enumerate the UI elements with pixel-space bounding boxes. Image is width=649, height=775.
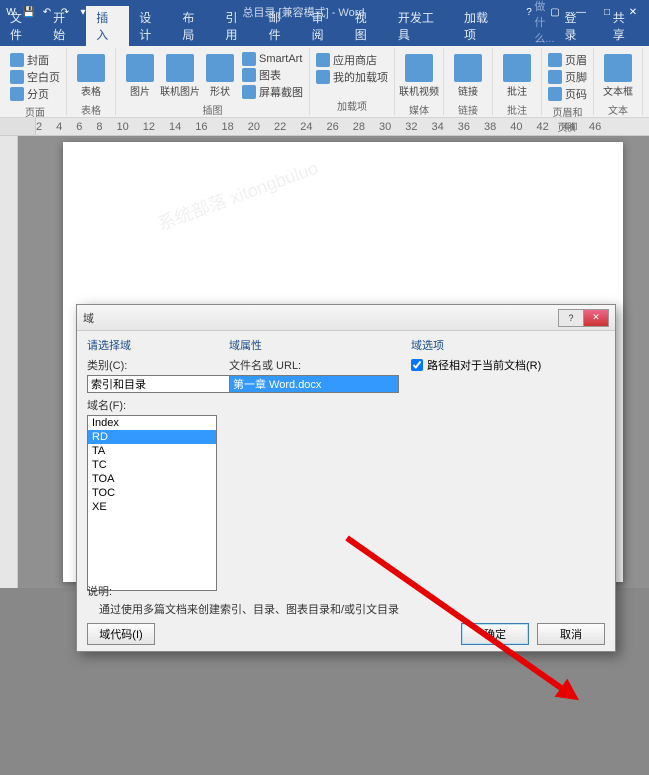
tab-file[interactable]: 文件 (0, 6, 43, 46)
group-links-label: 链接 (450, 102, 486, 117)
table-button[interactable]: 表格 (73, 52, 109, 100)
online-video-button[interactable]: 联机视频 (401, 52, 437, 100)
my-addins-button[interactable]: 我的加载项 (316, 69, 388, 85)
group-tables-label: 表格 (73, 102, 109, 117)
smartart-button[interactable]: SmartArt (242, 52, 303, 66)
video-icon (405, 54, 433, 82)
list-item[interactable]: XE (88, 500, 216, 514)
pagenum-icon (548, 87, 562, 101)
tab-review[interactable]: 审阅 (302, 6, 345, 46)
pagenum-button[interactable]: 页码 (548, 86, 587, 102)
screenshot-icon (242, 85, 256, 99)
signin-button[interactable]: 登录 (555, 6, 597, 46)
textbox-icon (604, 54, 632, 82)
filename-input[interactable] (229, 375, 399, 393)
list-item[interactable]: RD (88, 430, 216, 444)
ribbon-tabs: 文件 开始 插入 设计 布局 引用 邮件 审阅 视图 开发工具 加载项 💡 告诉… (0, 24, 649, 46)
select-field-label: 请选择域 (87, 337, 217, 353)
vertical-ruler (0, 136, 18, 588)
store-icon (316, 53, 330, 67)
screenshot-button[interactable]: 屏幕截图 (242, 84, 303, 100)
group-media-label: 媒体 (401, 102, 437, 117)
relative-path-checkbox[interactable] (411, 359, 423, 371)
ok-button[interactable]: 确定 (461, 623, 529, 645)
dialog-help-icon[interactable]: ? (558, 309, 584, 327)
blank-page-button[interactable]: 空白页 (10, 69, 60, 85)
list-item[interactable]: TC (88, 458, 216, 472)
shapes-icon (206, 54, 234, 82)
dialog-title: 域 (83, 310, 559, 326)
field-dialog: 域 ? ✕ 请选择域 类别(C): ▼ 域名(F): IndexRDTATCTO… (76, 304, 616, 652)
group-text-label: 文本 (600, 102, 636, 117)
relative-path-checkbox-row[interactable]: 路径相对于当前文档(R) (411, 357, 605, 373)
tab-references[interactable]: 引用 (215, 6, 258, 46)
fieldname-listbox[interactable]: IndexRDTATCTOATOCXE (87, 415, 217, 591)
smartart-icon (242, 52, 256, 66)
options-title: 域选项 (411, 337, 605, 353)
share-button[interactable]: 共享 (603, 6, 645, 46)
textbox-button[interactable]: 文本框 (600, 52, 636, 100)
fieldname-label: 域名(F): (87, 397, 217, 413)
category-combo[interactable]: ▼ (87, 375, 217, 393)
tab-design[interactable]: 设计 (129, 6, 172, 46)
tell-me-search[interactable]: 💡 告诉我您想要做什么... (509, 0, 555, 46)
page-break-button[interactable]: 分页 (10, 86, 60, 102)
tab-mailings[interactable]: 邮件 (259, 6, 302, 46)
links-button[interactable]: 链接 (450, 52, 486, 100)
header-icon (548, 53, 562, 67)
footer-button[interactable]: 页脚 (548, 69, 587, 85)
picture-button[interactable]: 图片 (122, 52, 158, 100)
relative-path-label: 路径相对于当前文档(R) (427, 357, 541, 373)
comment-button[interactable]: 批注 (499, 52, 535, 100)
footer-icon (548, 70, 562, 84)
tab-developer[interactable]: 开发工具 (388, 6, 454, 46)
break-icon (10, 87, 24, 101)
list-item[interactable]: TOC (88, 486, 216, 500)
chart-icon (242, 68, 256, 82)
tab-layout[interactable]: 布局 (172, 6, 215, 46)
tab-addins[interactable]: 加载项 (454, 6, 509, 46)
online-picture-button[interactable]: 联机图片 (162, 52, 198, 100)
group-comments-label: 批注 (499, 102, 535, 117)
link-icon (454, 54, 482, 82)
list-item[interactable]: TOA (88, 472, 216, 486)
online-pic-icon (166, 54, 194, 82)
description-text: 通过使用多篇文档来创建索引、目录、图表目录和/或引文目录 (99, 601, 453, 617)
blank-icon (10, 70, 24, 84)
cover-page-button[interactable]: 封面 (10, 52, 60, 68)
horizontal-ruler: 2468101214161820222426283032343638404244… (0, 118, 649, 136)
chart-button[interactable]: 图表 (242, 67, 303, 83)
props-title: 域属性 (229, 337, 399, 353)
filename-label: 文件名或 URL: (229, 357, 399, 373)
group-addins-label: 加载项 (316, 98, 388, 113)
tab-view[interactable]: 视图 (345, 6, 388, 46)
header-button[interactable]: 页眉 (548, 52, 587, 68)
list-item[interactable]: TA (88, 444, 216, 458)
category-input[interactable] (87, 375, 237, 393)
ribbon: 封面 空白页 分页 页面 表格 表格 图片 联机图片 形状 SmartArt 图… (0, 46, 649, 118)
table-icon (77, 54, 105, 82)
store-button[interactable]: 应用商店 (316, 52, 388, 68)
comment-icon (503, 54, 531, 82)
group-illustrations-label: 插图 (122, 102, 303, 117)
tab-insert[interactable]: 插入 (86, 6, 129, 46)
tab-home[interactable]: 开始 (43, 6, 86, 46)
list-item[interactable]: Index (88, 416, 216, 430)
picture-icon (126, 54, 154, 82)
document-area: 系统部落 xitongbuluo 系统部落 xitongbuluo 系统部落 x… (0, 136, 649, 588)
cancel-button[interactable]: 取消 (537, 623, 605, 645)
field-codes-button[interactable]: 域代码(I) (87, 623, 155, 645)
group-pages-label: 页面 (10, 104, 60, 119)
cover-icon (10, 53, 24, 67)
dialog-close-icon[interactable]: ✕ (583, 309, 609, 327)
addins-icon (316, 70, 330, 84)
description-label: 说明: (87, 583, 453, 599)
dialog-titlebar[interactable]: 域 ? ✕ (77, 305, 615, 331)
shapes-button[interactable]: 形状 (202, 52, 238, 100)
category-label: 类别(C): (87, 357, 217, 373)
